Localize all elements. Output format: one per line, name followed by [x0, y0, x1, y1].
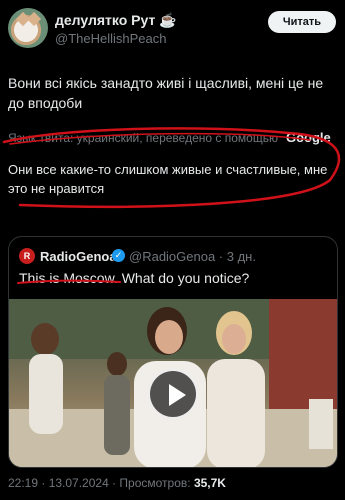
quoted-avatar[interactable]: R [19, 248, 35, 264]
follow-button[interactable]: Читать [268, 11, 336, 33]
quoted-handle[interactable]: @RadioGenoa · 3 дн. [129, 249, 256, 264]
play-icon[interactable] [148, 369, 198, 419]
avatar[interactable] [8, 8, 48, 48]
author-name[interactable]: делулятко Рут ☕ [55, 12, 177, 29]
translation-label-text: Язык твита: украинский, переведено с пом… [8, 131, 278, 145]
video-thumbnail[interactable] [9, 299, 337, 467]
tweet-header: делулятко Рут ☕ @TheHellishPeach Читать [8, 8, 337, 48]
quoted-tweet[interactable]: R RadioGenoa ✓ @RadioGenoa · 3 дн. This … [8, 236, 338, 468]
timestamp: 22:19 · 13.07.2024 · Просмотров: [8, 476, 191, 490]
view-count: 35,7K [193, 476, 226, 490]
translated-text: Они все какие-то слишком живые и счастли… [8, 162, 328, 196]
google-logo: Google [286, 130, 331, 145]
verified-badge-icon: ✓ [112, 249, 125, 262]
tweet-text: Вони всі якісь занадто живі і щасливі, м… [8, 75, 324, 111]
quoted-author-name[interactable]: RadioGenoa [40, 249, 117, 264]
author-handle[interactable]: @TheHellishPeach [55, 31, 166, 46]
quoted-text: This is Moscow. What do you notice? [19, 270, 250, 286]
tweet-meta: 22:19 · 13.07.2024 · Просмотров: 35,7K [8, 476, 226, 490]
